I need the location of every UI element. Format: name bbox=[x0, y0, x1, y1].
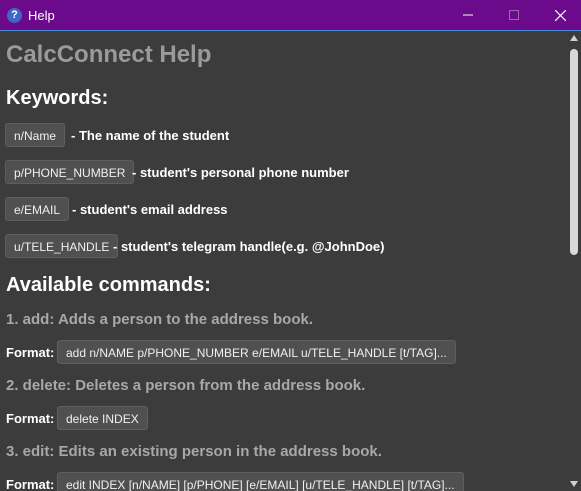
minimize-button[interactable] bbox=[445, 0, 491, 30]
help-content[interactable]: CalcConnect Help Keywords: n/Name - The … bbox=[0, 31, 567, 491]
close-icon bbox=[554, 9, 566, 21]
window-titlebar[interactable]: ? Help bbox=[0, 0, 581, 31]
keywords-heading: Keywords: bbox=[6, 87, 109, 109]
keyword-desc-email: - student's email address bbox=[72, 202, 228, 217]
keyword-chip-name[interactable]: n/Name bbox=[5, 123, 66, 147]
format-label: Format: bbox=[6, 411, 55, 426]
close-button[interactable] bbox=[537, 0, 581, 30]
help-question-icon: ? bbox=[7, 8, 22, 23]
command-format-delete[interactable]: delete INDEX bbox=[57, 406, 148, 430]
scrollbar-thumb[interactable] bbox=[570, 49, 578, 255]
scroll-down-arrow-icon[interactable] bbox=[570, 481, 578, 487]
page-title: CalcConnect Help bbox=[6, 41, 212, 68]
maximize-button[interactable] bbox=[491, 0, 537, 30]
scroll-up-arrow-icon[interactable] bbox=[570, 35, 578, 41]
keyword-chip-tele[interactable]: u/TELE_HANDLE bbox=[5, 234, 119, 258]
keyword-desc-phone: - student's personal phone number bbox=[132, 165, 349, 180]
commands-heading: Available commands: bbox=[6, 274, 211, 296]
format-label: Format: bbox=[6, 477, 55, 491]
command-format-edit[interactable]: edit INDEX [n/NAME] [p/PHONE] [e/EMAIL] … bbox=[57, 472, 464, 491]
maximize-icon bbox=[509, 10, 519, 20]
command-title-add: 1. add: Adds a person to the address boo… bbox=[6, 311, 313, 328]
keyword-desc-tele: - student's telegram handle(e.g. @JohnDo… bbox=[113, 239, 385, 254]
keyword-chip-email[interactable]: e/EMAIL bbox=[5, 197, 70, 221]
command-title-delete: 2. delete: Deletes a person from the add… bbox=[6, 377, 366, 394]
format-label: Format: bbox=[6, 345, 55, 360]
vertical-scrollbar[interactable] bbox=[567, 31, 581, 491]
keyword-desc-name: - The name of the student bbox=[71, 128, 230, 143]
keyword-chip-phone[interactable]: p/PHONE_NUMBER bbox=[5, 160, 135, 184]
command-title-edit: 3. edit: Edits an existing person in the… bbox=[6, 443, 382, 460]
command-format-add[interactable]: add n/NAME p/PHONE_NUMBER e/EMAIL u/TELE… bbox=[57, 340, 456, 364]
window-title: Help bbox=[28, 8, 55, 23]
minimize-icon bbox=[463, 14, 473, 16]
